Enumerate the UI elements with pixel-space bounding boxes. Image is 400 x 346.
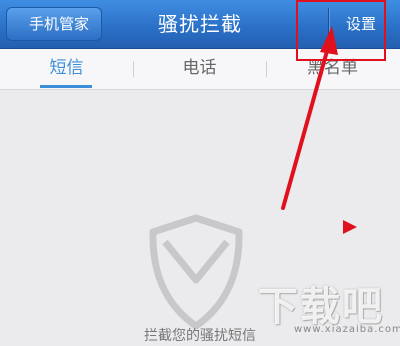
tab-sms[interactable]: 短信 <box>0 49 133 89</box>
page-title: 骚扰拦截 <box>158 12 242 36</box>
title-bar: 手机管家 骚扰拦截 设置 <box>0 0 400 49</box>
tab-blacklist[interactable]: 黑名单 <box>266 49 399 89</box>
back-button-label: 手机管家 <box>28 15 89 33</box>
settings-button[interactable]: 设置 <box>332 8 390 40</box>
tab-bar: 短信 电话 黑名单 <box>0 49 400 90</box>
shield-icon <box>149 214 243 330</box>
tab-calls[interactable]: 电话 <box>133 49 266 89</box>
back-button[interactable]: 手机管家 <box>6 7 102 41</box>
watermark-logo: 下载吧 www.xiazaiba.com <box>258 282 400 342</box>
active-tab-indicator <box>40 85 92 88</box>
watermark-url: www.xiazaiba.com <box>294 324 400 335</box>
header-divider <box>328 8 329 40</box>
